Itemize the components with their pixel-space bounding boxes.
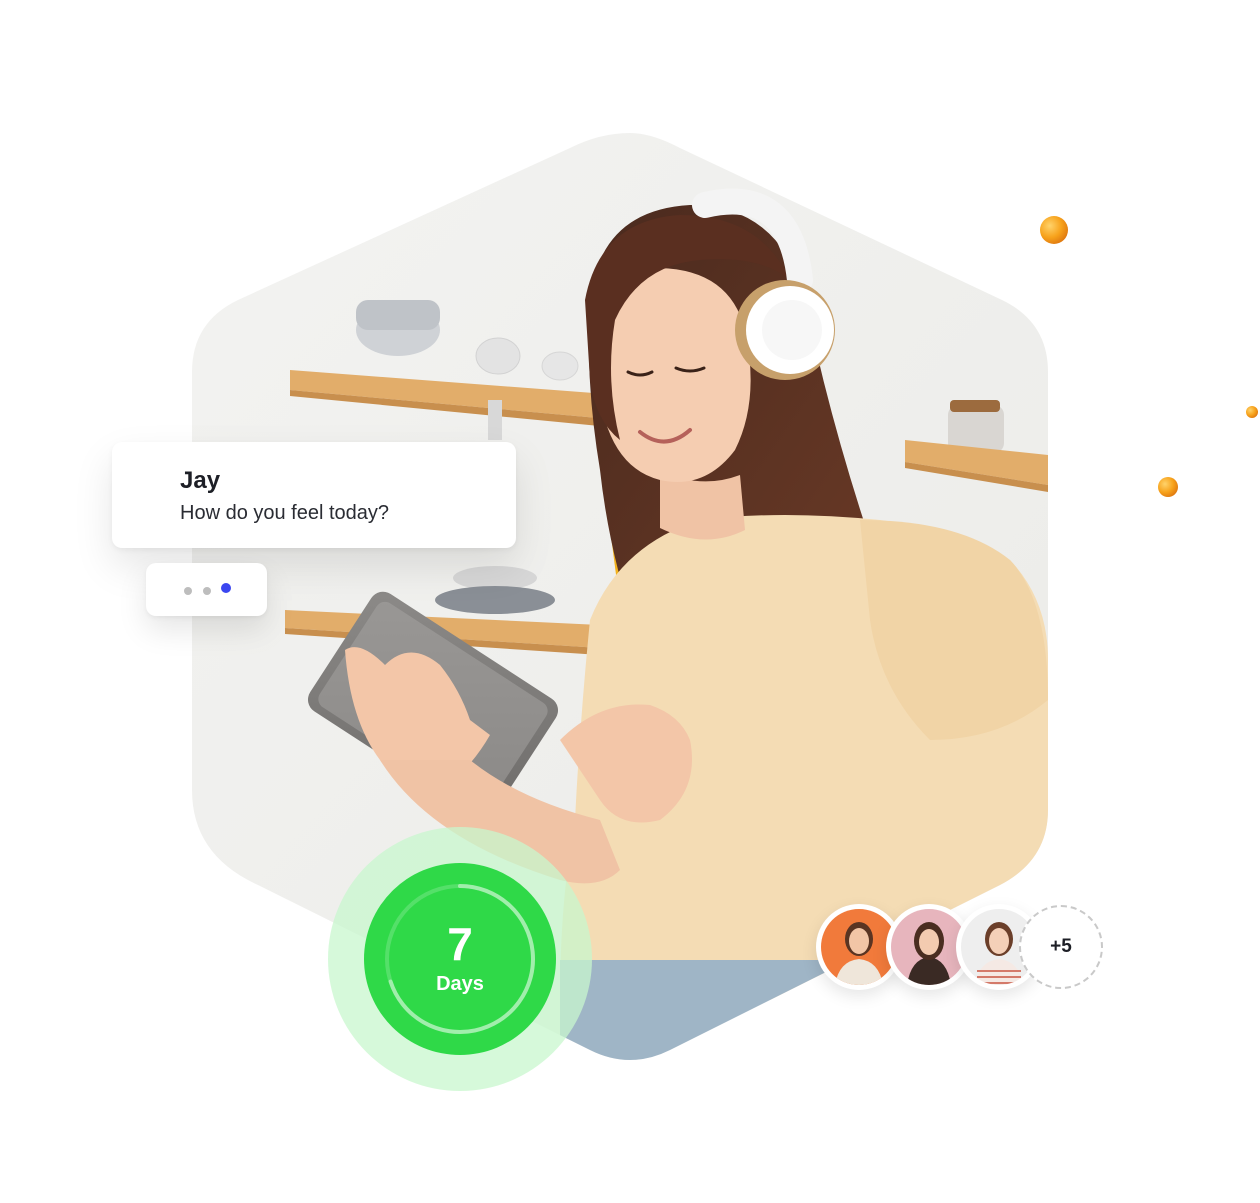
chat-sender-name: Jay: [180, 467, 221, 494]
streak-label: Days: [436, 973, 484, 995]
streak-number: 7: [447, 918, 473, 970]
typing-dot: [184, 587, 192, 595]
typing-indicator: [146, 563, 267, 616]
typing-dot: [203, 587, 211, 595]
orange-dot-decoration: [1246, 406, 1258, 418]
typing-dot: [221, 583, 231, 593]
orange-dot-decoration: [1040, 216, 1068, 244]
orange-dot-decoration: [1158, 477, 1178, 497]
hero-scene: Jay How do you feel today? 7 Days +5: [0, 0, 1260, 1203]
chat-message-text: How do you feel today?: [180, 502, 390, 524]
community-avatars: +5: [816, 904, 1103, 990]
chat-bubble: Jay How do you feel today?: [112, 442, 516, 548]
more-members-button[interactable]: +5: [1019, 905, 1103, 989]
streak-badge: 7 Days: [328, 827, 592, 1091]
